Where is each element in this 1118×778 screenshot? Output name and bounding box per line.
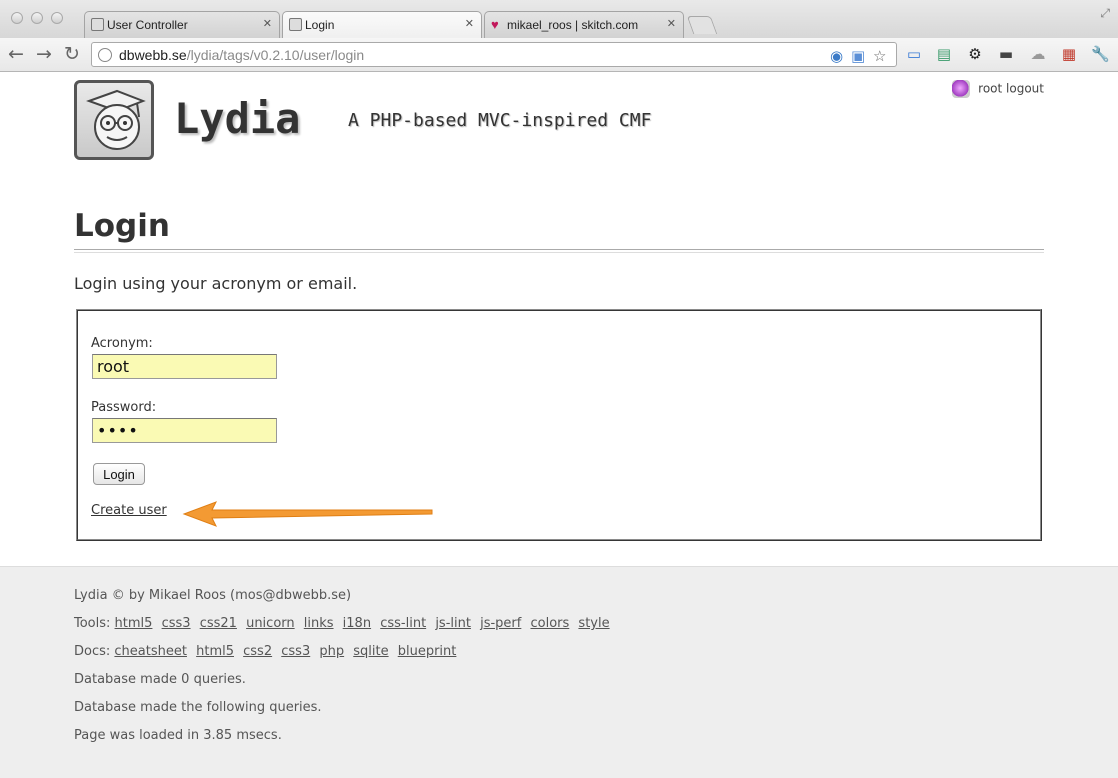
color-palette-icon[interactable]: ▦ [1060,45,1078,63]
tools-link-css-lint[interactable]: css-lint [380,616,426,631]
settings-gear-icon[interactable]: ⚙ [966,45,984,63]
docs-link-css3[interactable]: css3 [281,644,310,659]
password-input[interactable]: •••• [92,418,277,443]
ruler-icon[interactable]: ▬ [997,45,1015,63]
back-icon[interactable]: ← [8,43,24,65]
html5-icon[interactable]: ▣ [851,47,865,65]
docs-link-html5[interactable]: html5 [196,644,234,659]
tools-link-css3[interactable]: css3 [162,616,191,631]
docs-link-sqlite[interactable]: sqlite [353,644,388,659]
tools-link-links[interactable]: links [304,616,334,631]
tab-title: User Controller [107,18,188,32]
cloud-icon[interactable]: ☁ [1029,45,1047,63]
acronym-input[interactable]: root [92,354,277,379]
globe-icon [98,48,112,62]
footer-db-queries: Database made 0 queries. [74,672,246,687]
site-slogan: A PHP-based MVC-inspired CMF [348,110,652,131]
page-title: Login [74,208,170,244]
lydia-logo[interactable] [74,80,154,160]
docs-link-php[interactable]: php [319,644,344,659]
create-user-link[interactable]: Create user [91,503,167,518]
minimize-window-button[interactable] [31,12,43,24]
tools-link-css21[interactable]: css21 [200,616,237,631]
site-header: Lydia A PHP-based MVC-inspired CMF root … [74,80,1044,160]
footer-docs-label: Docs: [74,644,111,659]
tools-link-js-perf[interactable]: js-perf [480,616,521,631]
fullscreen-icon[interactable]: ⤢ [1100,6,1110,21]
login-menu: root logout [952,80,1044,98]
zoom-window-button[interactable] [51,12,63,24]
avatar[interactable] [952,80,971,98]
footer-copyright: Lydia © by Mikael Roos (mos@dbwebb.se) [74,588,352,603]
bookmark-star-icon[interactable]: ☆ [873,47,886,65]
tools-link-i18n[interactable]: i18n [343,616,371,631]
tab-title: Login [305,18,335,32]
footer-tools: Tools: html5 css3 css21 unicorn links i1… [74,616,615,631]
password-label: Password: [91,400,157,415]
close-window-button[interactable] [11,12,23,24]
site-footer: Lydia © by Mikael Roos (mos@dbwebb.se) T… [0,566,1118,778]
footer-db-following: Database made the following queries. [74,700,322,715]
acronym-label: Acronym: [91,336,153,351]
title-divider [74,249,1044,253]
url-text: dbwebb.se/lydia/tags/v0.2.10/user/login [119,47,365,63]
tools-link-style[interactable]: style [578,616,609,631]
login-intro-text: Login using your acronym or email. [74,274,358,293]
footer-docs: Docs: cheatsheet html5 css2 css3 php sql… [74,644,461,659]
docs-link-cheatsheet[interactable]: cheatsheet [114,644,187,659]
site-title: Lydia [174,94,301,143]
reload-icon[interactable]: ↻ [64,43,80,65]
image-icon[interactable]: ▤ [935,45,953,63]
docs-link-blueprint[interactable]: blueprint [398,644,457,659]
tab-skitch[interactable]: ♥ mikael_roos | skitch.com ✕ [484,11,684,38]
tools-link-html5[interactable]: html5 [115,616,153,631]
page-icon [289,18,302,31]
tools-link-unicorn[interactable]: unicorn [246,616,295,631]
screen-capture-icon[interactable]: ▭ [905,45,923,63]
tab-login[interactable]: Login ✕ [282,11,482,39]
footer-load-time: Page was loaded in 3.85 msecs. [74,728,282,743]
profile-link[interactable]: root [978,82,1002,96]
tab-title: mikael_roos | skitch.com [507,18,639,32]
logout-link[interactable]: logout [1006,82,1044,96]
docs-link-css2[interactable]: css2 [243,644,272,659]
forward-icon[interactable]: → [36,43,52,65]
tab-close-icon[interactable]: ✕ [667,17,676,30]
heart-icon: ♥ [491,17,499,32]
logo-face-icon [86,89,146,150]
browser-tabstrip: User Controller ✕ Login ✕ ♥ mikael_roos … [0,0,1118,39]
address-bar[interactable]: dbwebb.se/lydia/tags/v0.2.10/user/login … [91,42,897,67]
tab-close-icon[interactable]: ✕ [263,17,272,30]
tab-close-icon[interactable]: ✕ [465,17,474,30]
page-icon [91,18,104,31]
annotation-arrow [182,501,433,527]
login-button[interactable]: Login [93,463,145,485]
new-tab-button[interactable] [686,16,718,34]
tools-link-js-lint[interactable]: js-lint [435,616,471,631]
tab-user-controller[interactable]: User Controller ✕ [84,11,280,38]
tools-link-colors[interactable]: colors [530,616,569,631]
wrench-icon[interactable]: 🔧 [1091,45,1110,63]
footer-tools-label: Tools: [74,616,111,631]
ie-tab-icon[interactable]: ◉ [830,47,843,65]
browser-toolbar: ← → ↻ dbwebb.se/lydia/tags/v0.2.10/user/… [0,38,1118,72]
